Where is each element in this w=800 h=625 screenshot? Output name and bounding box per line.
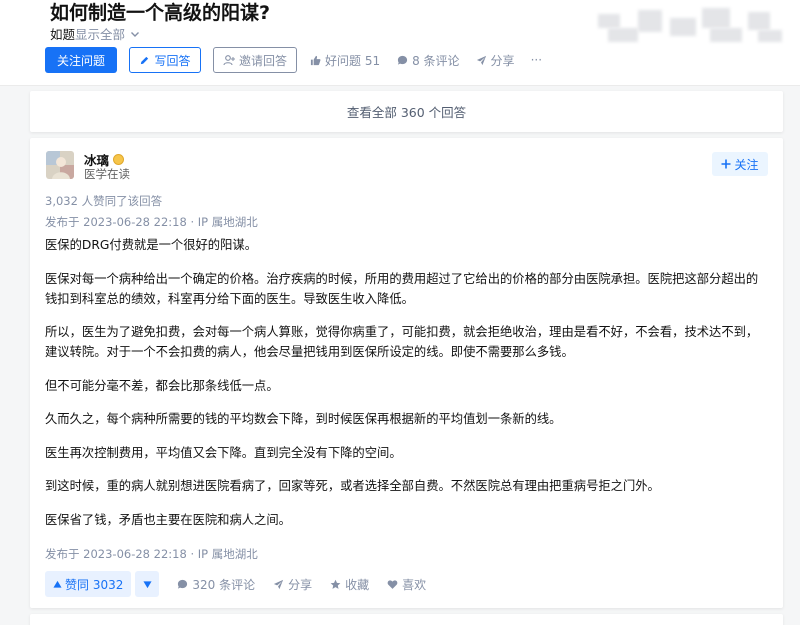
invite-answer-label: 邀请回答 bbox=[238, 53, 287, 68]
blurred-region bbox=[598, 6, 784, 44]
answer-share-label: 分享 bbox=[288, 577, 313, 592]
heart-icon bbox=[387, 579, 398, 589]
share-icon bbox=[274, 579, 284, 589]
like-label: 喜欢 bbox=[402, 577, 427, 592]
share-icon bbox=[476, 55, 486, 65]
author-bio: 医学在读 bbox=[84, 167, 130, 181]
comment-icon bbox=[398, 55, 408, 65]
answer-paragraph: 医保对每一个病种给出一个确定的价格。治疗疾病的时候，所用的费用超过了它给出的价格… bbox=[45, 271, 759, 306]
add-user-icon bbox=[223, 55, 235, 66]
answer-content: 医保的DRG付费就是一个很好的阳谋。 医保对每一个病种给出一个确定的价格。治疗疾… bbox=[45, 235, 770, 543]
answer-paragraph: 医保的DRG付费就是一个很好的阳谋。 bbox=[45, 238, 257, 252]
more-button[interactable]: ··· bbox=[531, 53, 542, 67]
answer-paragraph: 医保省了钱，矛盾也主要在医院和病人之间。 bbox=[45, 512, 291, 527]
good-question-label: 好问题 51 bbox=[325, 53, 381, 68]
answer-paragraph: 但不可能分毫不差，都会比那条线低一点。 bbox=[45, 378, 279, 393]
follow-author-button[interactable]: 关注 bbox=[712, 152, 768, 176]
answer-paragraph: 久而久之，每个病种所需要的钱的平均数会下降，到时候医保再根据新的平均值划一条新的… bbox=[45, 412, 562, 426]
thumb-up-icon bbox=[310, 55, 321, 65]
publish-time-bottom: 发布于 2023-06-28 22:18 · IP 属地湖北 bbox=[45, 547, 258, 561]
vote-up-label: 赞同 3032 bbox=[65, 577, 124, 592]
pencil-icon bbox=[141, 56, 149, 64]
answer-footer: 赞同 3032 320 条评论 分享 收藏 喜欢 bbox=[45, 571, 426, 597]
show-all-link[interactable]: 显示全部 bbox=[75, 24, 125, 43]
follow-author-label: 关注 bbox=[734, 157, 759, 172]
vote-down-button[interactable] bbox=[135, 571, 160, 597]
question-detail: 如题 bbox=[50, 27, 76, 42]
answer-card: 冰璃 医学在读 关注 3,032 人赞同了该回答 发布于 2023-06-28 … bbox=[30, 138, 783, 608]
answer-paragraph: 到这时候，重的病人就别想进医院看病了，回家等死，或者选择全部自费。不然医院总有理… bbox=[45, 479, 660, 493]
write-answer-label: 写回答 bbox=[154, 53, 191, 68]
follow-question-button[interactable]: 关注问题 bbox=[45, 47, 117, 73]
good-question-button[interactable]: 好问题 51 bbox=[310, 52, 380, 69]
question-actions: 关注问题 写回答 邀请回答 好问题 51 8 条评论 分享 ··· bbox=[45, 47, 542, 73]
question-header: 如何制造一个高级的阳谋? 如题 显示全部 关注问题 写回答 邀请回答 好问题 5… bbox=[0, 0, 800, 86]
badge-icon bbox=[113, 154, 125, 165]
answer-share-button[interactable]: 分享 bbox=[273, 576, 312, 593]
view-all-answers-label: 查看全部 360 个回答 bbox=[346, 105, 467, 120]
vote-up-button[interactable]: 赞同 3032 bbox=[45, 571, 132, 597]
collect-label: 收藏 bbox=[345, 577, 370, 592]
question-title: 如何制造一个高级的阳谋? bbox=[50, 2, 271, 24]
invite-answer-button[interactable]: 邀请回答 bbox=[213, 47, 297, 73]
answer-comments-button[interactable]: 320 条评论 bbox=[177, 576, 255, 593]
triangle-up-icon bbox=[53, 580, 62, 588]
answer-paragraph: 医生再次控制费用，平均值又会下降。直到完全没有下降的空间。 bbox=[45, 445, 402, 460]
question-share-button[interactable]: 分享 bbox=[476, 52, 515, 69]
comment-icon bbox=[178, 579, 188, 589]
answer-comments-label: 320 条评论 bbox=[192, 577, 256, 592]
avatar[interactable] bbox=[46, 151, 74, 179]
write-answer-button[interactable]: 写回答 bbox=[129, 47, 201, 73]
collect-button[interactable]: 收藏 bbox=[330, 576, 369, 593]
triangle-down-icon bbox=[143, 580, 152, 588]
next-answer-card bbox=[30, 614, 783, 625]
chevron-down-icon[interactable] bbox=[129, 28, 141, 40]
question-comments-label: 8 条评论 bbox=[412, 53, 460, 68]
publish-time-top: 发布于 2023-06-28 22:18 · IP 属地湖北 bbox=[45, 215, 258, 229]
question-comments-button[interactable]: 8 条评论 bbox=[397, 52, 460, 69]
plus-icon bbox=[721, 159, 731, 169]
answer-paragraph: 所以，医生为了避免扣费，会对每一个病人算账，觉得你病重了，可能扣费，就会拒绝收治… bbox=[45, 325, 759, 359]
question-detail-row: 如题 显示全部 bbox=[50, 24, 141, 43]
like-button[interactable]: 喜欢 bbox=[387, 576, 426, 593]
view-all-answers-button[interactable]: 查看全部 360 个回答 bbox=[30, 91, 783, 132]
star-icon bbox=[330, 579, 341, 589]
question-share-label: 分享 bbox=[490, 53, 515, 68]
voters-count[interactable]: 3,032 人赞同了该回答 bbox=[45, 193, 162, 209]
avatar-image bbox=[46, 151, 74, 179]
